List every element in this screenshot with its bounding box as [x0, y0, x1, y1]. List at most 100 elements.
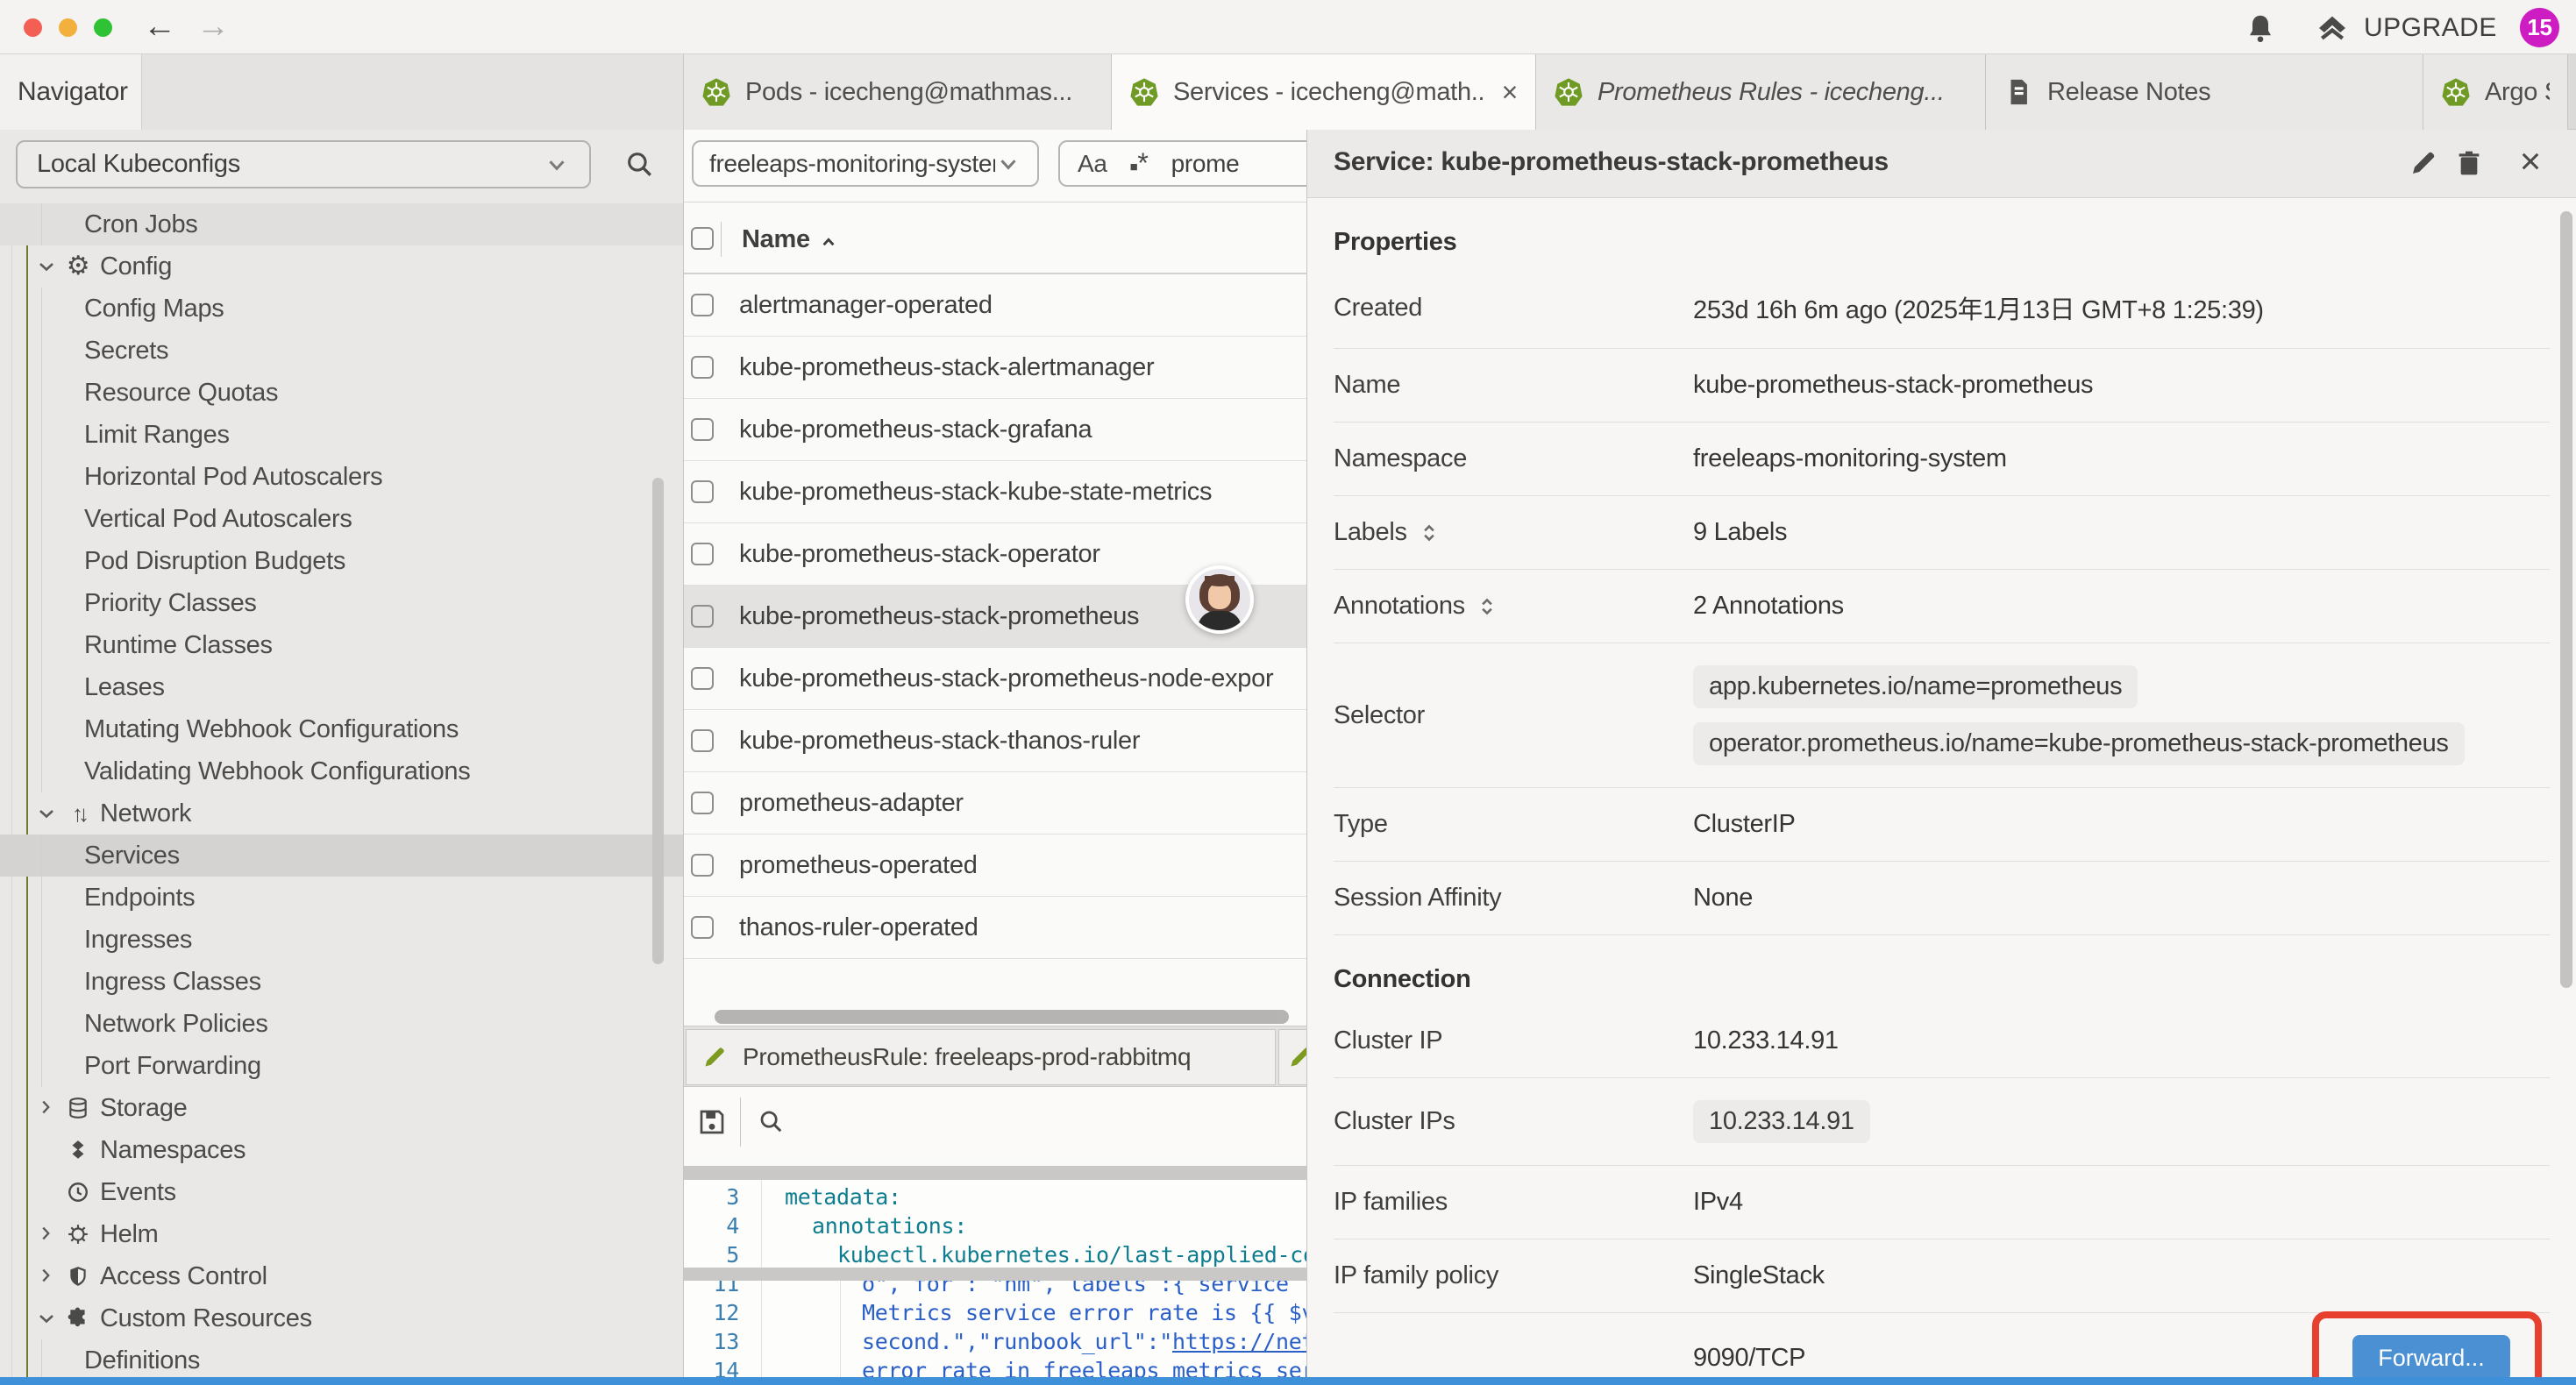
tree-expander-icon[interactable] [36, 1097, 57, 1119]
traffic-light-zoom-icon[interactable] [94, 18, 112, 37]
kubeconfig-select[interactable]: Local Kubeconfigs [16, 140, 591, 188]
editor-tab-prometheusrule[interactable]: PrometheusRule: freeleaps-prod-rabbitmq [686, 1029, 1276, 1085]
tab-pods[interactable]: Pods - icecheng@mathmas... [684, 54, 1112, 130]
table-row[interactable]: alertmanager-operated [684, 274, 1306, 337]
sidebar-scrollbar[interactable] [652, 478, 664, 964]
upgrade-button[interactable]: UPGRADE [2364, 13, 2497, 43]
sidebar-item-pod-disruption-budgets[interactable]: Pod Disruption Budgets [0, 540, 683, 582]
expand-updown-icon[interactable] [1418, 522, 1441, 544]
sidebar-item-port-forwarding[interactable]: Port Forwarding [0, 1045, 683, 1087]
row-checkbox[interactable] [691, 916, 714, 939]
table-horizontal-scrollbar[interactable] [715, 1010, 1289, 1024]
table-row[interactable]: thanos-ruler-operated [684, 897, 1306, 959]
sidebar-item-cron-jobs[interactable]: Cron Jobs [0, 203, 683, 245]
sidebar-item-events[interactable]: Events [0, 1171, 683, 1213]
back-arrow-icon[interactable]: ← [143, 7, 176, 46]
search-icon[interactable] [624, 149, 654, 179]
row-checkbox[interactable] [691, 792, 714, 814]
sort-ascending-icon[interactable] [817, 231, 840, 253]
sidebar-item-endpoints[interactable]: Endpoints [0, 877, 683, 919]
tab-argo[interactable]: Argo Se [2423, 54, 2568, 130]
window-tabs: Pods - icecheng@mathmas... Services - ic… [684, 54, 2576, 130]
sidebar-item-mutating-webhook-configurations[interactable]: Mutating Webhook Configurations [0, 708, 683, 750]
sidebar-item-storage[interactable]: Storage [0, 1087, 683, 1129]
sidebar-item-config-maps[interactable]: Config Maps [0, 288, 683, 330]
sidebar-item-validating-webhook-configurations[interactable]: Validating Webhook Configurations [0, 750, 683, 792]
bell-icon[interactable] [2245, 12, 2276, 44]
notification-badge[interactable]: 15 [2520, 8, 2559, 47]
tree-expander-icon[interactable] [36, 1140, 57, 1161]
sidebar-item-config[interactable]: ⚙ Config [0, 245, 683, 288]
sidebar-item-namespaces[interactable]: Namespaces [0, 1129, 683, 1171]
sidebar-item-leases[interactable]: Leases [0, 666, 683, 708]
tree-expander-icon[interactable] [36, 256, 57, 277]
table-row[interactable]: kube-prometheus-stack-alertmanager [684, 337, 1306, 399]
sidebar-item-priority-classes[interactable]: Priority Classes [0, 582, 683, 624]
editor-tab-partial[interactable] [1278, 1029, 1306, 1085]
row-checkbox[interactable] [691, 356, 714, 379]
sidebar-item-vertical-pod-autoscalers[interactable]: Vertical Pod Autoscalers [0, 498, 683, 540]
sidebar-item-services[interactable]: Services [0, 835, 683, 877]
tab-prometheus[interactable]: Prometheus Rules - icecheng... [1536, 54, 1986, 130]
sidebar-item-ingress-classes[interactable]: Ingress Classes [0, 961, 683, 1003]
sidebar-item-network-policies[interactable]: Network Policies [0, 1003, 683, 1045]
regex-toggle[interactable]: ■* [1130, 147, 1149, 180]
tree-expander-icon[interactable] [36, 803, 57, 824]
sidebar-item-limit-ranges[interactable]: Limit Ranges [0, 414, 683, 456]
row-checkbox[interactable] [691, 667, 714, 690]
tree-expander-icon[interactable] [36, 1266, 57, 1287]
row-checkbox[interactable] [691, 418, 714, 441]
row-checkbox[interactable] [691, 854, 714, 877]
column-header-name[interactable]: Name [742, 225, 810, 254]
filter-search-input[interactable]: Aa ■* prome [1058, 140, 1306, 187]
detail-scrollbar[interactable] [2560, 211, 2572, 988]
forward-arrow-icon[interactable]: → [196, 7, 230, 46]
tab-navigator[interactable]: Navigator [0, 54, 142, 130]
row-checkbox[interactable] [691, 605, 714, 628]
tree-expander-icon[interactable] [36, 1224, 57, 1245]
tree-expander-icon[interactable] [36, 1308, 57, 1329]
edit-pencil-icon [702, 1045, 727, 1069]
table-row[interactable]: prometheus-operated [684, 835, 1306, 897]
table-row[interactable]: kube-prometheus-stack-prometheus-node-ex… [684, 648, 1306, 710]
tab-release[interactable]: Release Notes [1986, 54, 2423, 130]
row-checkbox[interactable] [691, 480, 714, 503]
trash-icon[interactable] [2455, 149, 2483, 177]
traffic-light-minimize-icon[interactable] [59, 18, 77, 37]
edit-pencil-icon[interactable] [2409, 149, 2437, 177]
save-icon[interactable] [698, 1108, 726, 1136]
yaml-editor[interactable]: 3 metadata: 4 annotations: 5 kubectl.kub… [684, 1180, 1306, 1385]
namespace-select[interactable]: freeleaps-monitoring-system [692, 140, 1039, 187]
table-row[interactable]: kube-prometheus-stack-kube-state-metrics [684, 461, 1306, 523]
row-checkbox[interactable] [691, 729, 714, 752]
sidebar-item-ingresses[interactable]: Ingresses [0, 919, 683, 961]
traffic-light-close-icon[interactable] [24, 18, 42, 37]
select-all-checkbox[interactable] [691, 227, 714, 250]
table-row[interactable]: prometheus-adapter [684, 772, 1306, 835]
row-checkbox[interactable] [691, 543, 714, 565]
tab-services[interactable]: Services - icecheng@math... × [1112, 54, 1536, 130]
user-avatar[interactable] [1185, 565, 1254, 634]
table-row[interactable]: kube-prometheus-stack-thanos-ruler [684, 710, 1306, 772]
sidebar-item-network[interactable]: ↑↓ Network [0, 792, 683, 835]
sidebar-item-access-control[interactable]: Access Control [0, 1255, 683, 1297]
upgrade-chevrons-icon[interactable] [2315, 11, 2350, 46]
sidebar-item-helm[interactable]: Helm [0, 1213, 683, 1255]
namespace-link[interactable]: freeleaps-monitoring-system [1693, 444, 2007, 472]
close-tab-icon[interactable]: × [1502, 76, 1518, 109]
expand-updown-icon[interactable] [1476, 595, 1498, 618]
tree-expander-icon[interactable] [36, 1182, 57, 1203]
search-icon[interactable] [758, 1108, 784, 1134]
match-case-toggle[interactable]: Aa [1078, 150, 1107, 178]
table-row[interactable]: kube-prometheus-stack-grafana [684, 399, 1306, 461]
sidebar-item-runtime-classes[interactable]: Runtime Classes [0, 624, 683, 666]
row-checkbox[interactable] [691, 294, 714, 316]
close-icon[interactable]: × [2520, 140, 2541, 182]
sidebar-item-horizontal-pod-autoscalers[interactable]: Horizontal Pod Autoscalers [0, 456, 683, 498]
sidebar-item-custom-resources[interactable]: Custom Resources [0, 1297, 683, 1339]
sidebar-item-resource-quotas[interactable]: Resource Quotas [0, 372, 683, 414]
sidebar-item-definitions[interactable]: Definitions [0, 1339, 683, 1381]
forward-button[interactable]: Forward... [2352, 1335, 2510, 1381]
port-link[interactable]: 9090/TCP [1693, 1344, 1805, 1373]
sidebar-item-secrets[interactable]: Secrets [0, 330, 683, 372]
